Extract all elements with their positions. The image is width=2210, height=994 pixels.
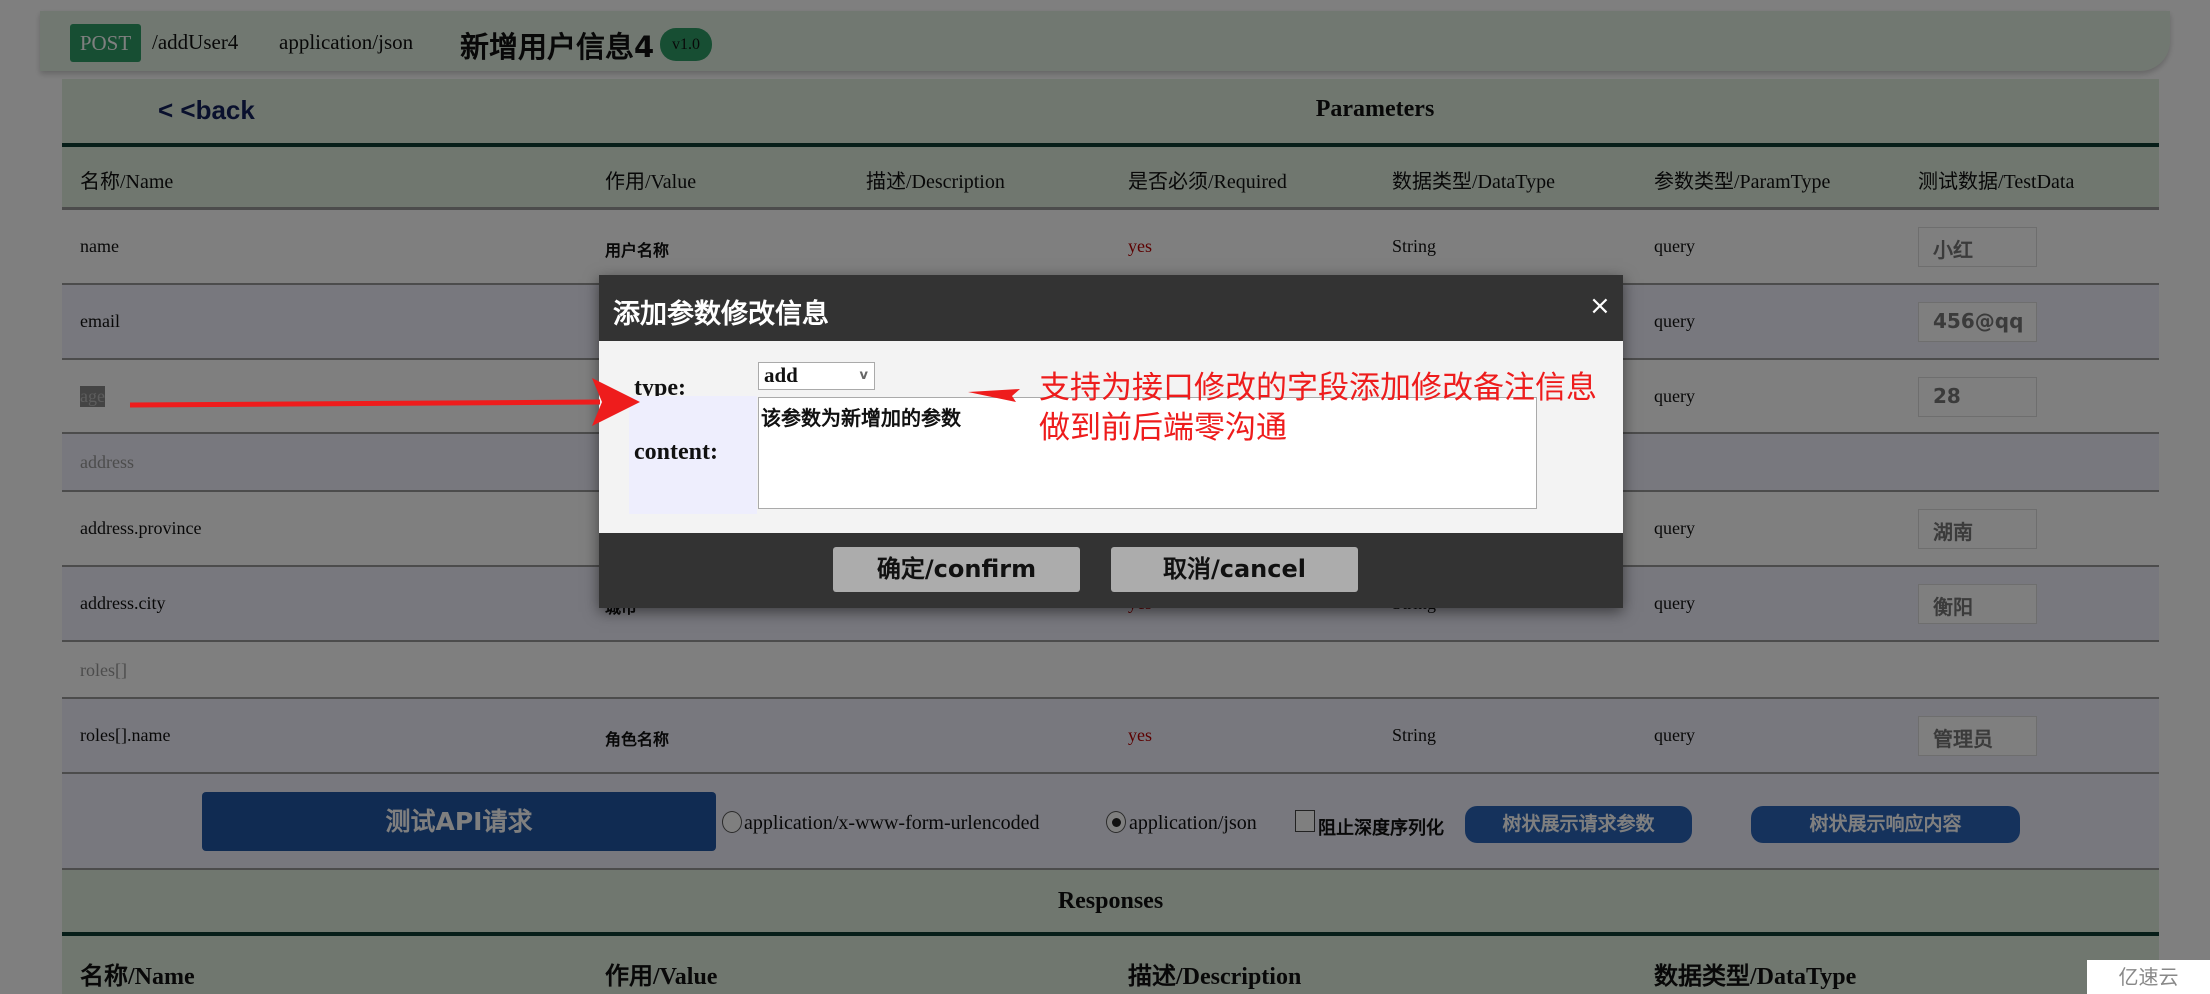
watermark-logo: 亿速云: [2087, 960, 2210, 994]
annotation-arrows: [129, 378, 1020, 426]
annotation-text: 支持为接口修改的字段添加修改备注信息 做到前后端零沟通: [1039, 368, 1597, 448]
arrow-to-type-icon: [968, 389, 1020, 402]
annotation-line-1: 支持为接口修改的字段添加修改备注信息: [1039, 370, 1597, 406]
arrow-to-content-icon: [129, 378, 640, 426]
annotation-line-2: 做到前后端零沟通: [1039, 410, 1287, 446]
